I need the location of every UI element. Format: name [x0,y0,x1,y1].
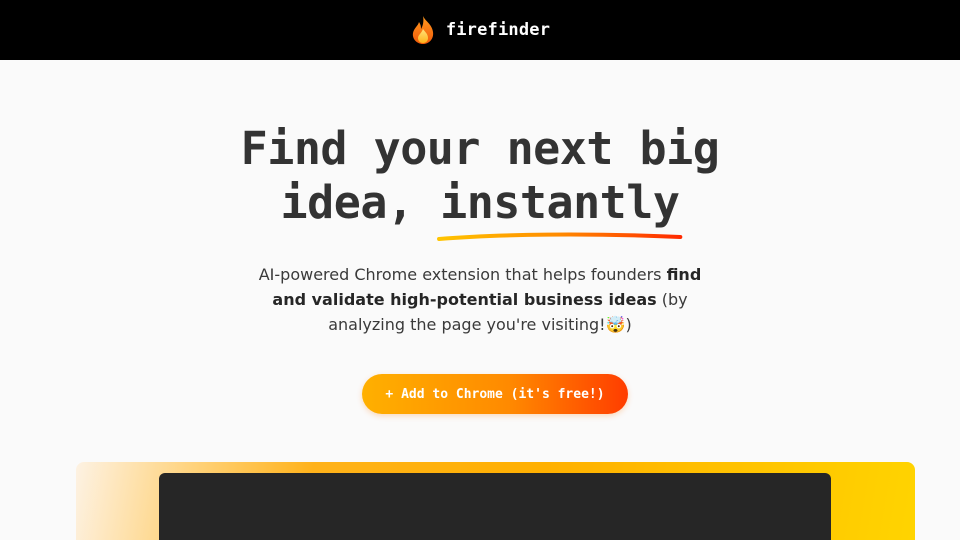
brand-name: firefinder [445,20,551,40]
hero-title-highlight: instantly [437,176,683,241]
hero-subtitle: AI-powered Chrome extension that helps f… [240,262,720,337]
add-to-chrome-button[interactable]: + Add to Chrome (it's free!) [362,374,628,414]
top-nav-bar: firefinder [0,0,960,60]
product-screenshot-frame [159,473,831,540]
hero-title-line1: Find your next big [240,122,720,175]
hero-title: Find your next big idea, instantly [0,122,960,241]
flame-icon [412,16,433,44]
hero-title-highlight-text: instantly [440,176,680,229]
hero-subtitle-text: AI-powered Chrome extension that helps f… [258,265,667,284]
hero-title-line2-prefix: idea, [280,176,441,229]
product-showcase [76,462,915,540]
highlight-underline [437,232,683,241]
brand-logo[interactable]: firefinder [410,15,550,45]
